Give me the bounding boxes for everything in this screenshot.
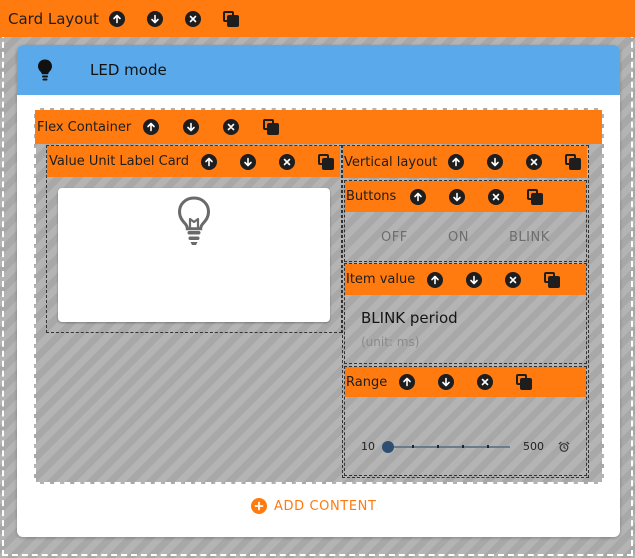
- card-layout-toolbar: Card Layout: [0, 0, 635, 37]
- flex-container-toolbar: Flex Container: [35, 110, 602, 144]
- slider-thumb[interactable]: [382, 441, 394, 453]
- vertical-layout-toolbar: Vertical layout: [343, 146, 587, 178]
- flex-container-title: Flex Container: [37, 119, 132, 135]
- blink-button[interactable]: BLINK: [509, 230, 550, 245]
- lightbulb-icon: [35, 58, 55, 82]
- range-title: Range: [346, 374, 388, 390]
- arrow-up-icon[interactable]: [427, 271, 444, 288]
- slider-tick: [412, 445, 414, 448]
- add-content-label: ADD CONTENT: [274, 498, 377, 514]
- buttons-title: Buttons: [346, 189, 397, 204]
- close-icon[interactable]: [279, 153, 296, 170]
- copy-icon[interactable]: [565, 154, 582, 170]
- arrow-down-icon[interactable]: [449, 188, 466, 205]
- card-header: LED mode: [17, 45, 620, 95]
- close-icon[interactable]: [488, 188, 505, 205]
- lightbulb-outline-icon: [176, 195, 212, 253]
- add-content-button[interactable]: ADD CONTENT: [251, 498, 377, 514]
- arrow-down-icon[interactable]: [240, 153, 257, 170]
- vertical-layout-title: Vertical layout: [344, 154, 438, 170]
- slider-tick: [462, 445, 464, 448]
- close-icon[interactable]: [526, 154, 543, 170]
- copy-icon[interactable]: [222, 10, 239, 27]
- value-card-toolbar: Value Unit Label Card: [47, 146, 340, 177]
- range-max-label: 500: [523, 440, 544, 453]
- item-value-toolbar: Item value: [345, 264, 586, 295]
- copy-icon[interactable]: [544, 271, 561, 288]
- range-slider[interactable]: [382, 441, 510, 453]
- copy-icon[interactable]: [516, 374, 533, 390]
- value-card-body: [58, 188, 330, 322]
- card-title: LED mode: [90, 61, 167, 79]
- arrow-down-icon[interactable]: [438, 374, 455, 390]
- close-icon[interactable]: [477, 374, 494, 390]
- arrow-down-icon[interactable]: [487, 154, 504, 170]
- copy-icon[interactable]: [527, 188, 544, 205]
- range-toolbar: Range: [345, 367, 586, 397]
- item-value-name: BLINK period: [361, 309, 458, 327]
- off-button[interactable]: OFF: [381, 230, 408, 245]
- value-card-title: Value Unit Label Card: [49, 154, 190, 169]
- arrow-up-icon[interactable]: [399, 374, 416, 390]
- slider-tick: [437, 445, 439, 448]
- arrow-up-icon[interactable]: [201, 153, 218, 170]
- alarm-icon[interactable]: [558, 438, 570, 457]
- arrow-up-icon[interactable]: [410, 188, 427, 205]
- item-value-title: Item value: [346, 272, 416, 287]
- item-value-unit: (unit: ms): [361, 335, 420, 349]
- slider-tick: [487, 445, 489, 448]
- copy-icon[interactable]: [318, 153, 335, 170]
- plus-icon: [251, 498, 267, 514]
- close-icon[interactable]: [505, 271, 522, 288]
- on-button[interactable]: ON: [448, 230, 469, 245]
- arrow-down-icon[interactable]: [146, 10, 163, 27]
- buttons-toolbar: Buttons: [345, 181, 586, 212]
- copy-icon[interactable]: [263, 119, 280, 135]
- arrow-up-icon[interactable]: [448, 154, 465, 170]
- arrow-down-icon[interactable]: [183, 119, 200, 135]
- arrow-up-icon[interactable]: [143, 119, 160, 135]
- arrow-up-icon[interactable]: [108, 10, 125, 27]
- close-icon[interactable]: [223, 119, 240, 135]
- card-layout-title: Card Layout: [8, 9, 99, 28]
- arrow-down-icon[interactable]: [466, 271, 483, 288]
- close-icon[interactable]: [184, 10, 201, 27]
- range-min-label: 10: [361, 440, 375, 453]
